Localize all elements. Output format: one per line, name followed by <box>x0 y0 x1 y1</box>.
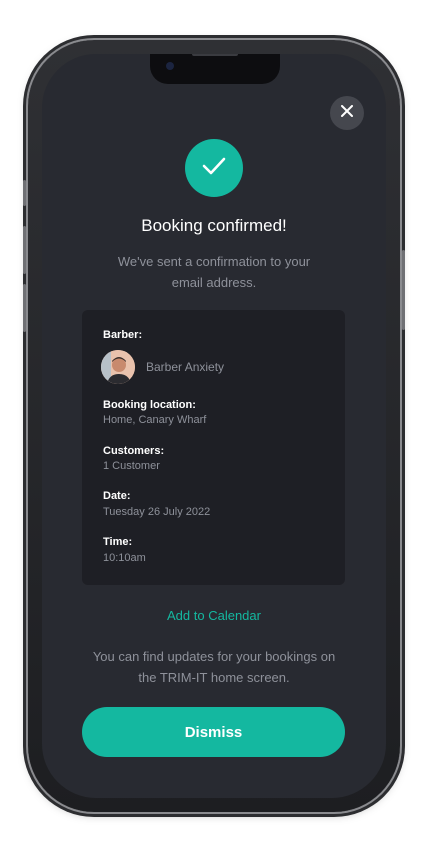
modal-title: Booking confirmed! <box>141 216 287 235</box>
checkmark-icon <box>202 157 226 180</box>
close-icon <box>341 104 353 122</box>
location-label: Booking location: <box>103 399 196 411</box>
phone-frame: Booking confirmed! We've sent a confirma… <box>23 40 405 812</box>
screen: Booking confirmed! We've sent a confirma… <box>42 54 386 798</box>
dismiss-button[interactable]: Dismiss <box>82 707 345 757</box>
success-badge <box>185 139 243 197</box>
barber-label: Barber: <box>103 329 143 341</box>
front-camera <box>166 62 174 70</box>
speaker-grille <box>192 54 238 56</box>
date-label: Date: <box>103 490 131 502</box>
volume-up-button <box>23 226 26 274</box>
modal-subtitle: We've sent a confirmation to your email … <box>117 254 311 290</box>
location-value: Home, Canary Wharf <box>103 414 207 426</box>
close-button[interactable] <box>330 96 364 130</box>
customers-value: 1 Customer <box>103 460 160 472</box>
time-label: Time: <box>103 536 133 548</box>
customers-label: Customers: <box>103 445 165 457</box>
power-button <box>402 250 405 330</box>
volume-down-button <box>23 284 26 332</box>
add-to-calendar-link[interactable]: Add to Calendar <box>42 608 386 623</box>
notch <box>150 54 280 84</box>
time-value: 10:10am <box>103 552 146 564</box>
barber-avatar <box>101 350 135 384</box>
booking-details-card: Barber: Barber Anxiety Booking location:… <box>82 310 345 585</box>
updates-info-text: You can find updates for your bookings o… <box>92 649 336 685</box>
date-value: Tuesday 26 July 2022 <box>103 506 211 518</box>
barber-name: Barber Anxiety <box>146 360 225 374</box>
silent-switch <box>23 180 26 206</box>
